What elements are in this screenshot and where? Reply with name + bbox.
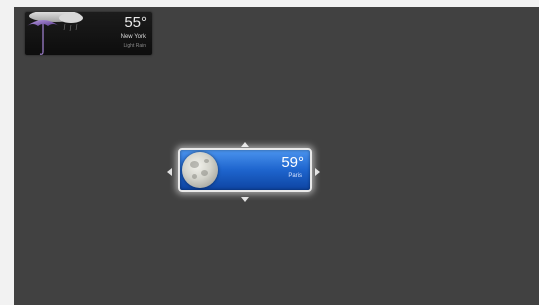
- top-temperature: 55°: [124, 14, 147, 31]
- top-condition: Light Rain: [123, 43, 146, 49]
- center-location: Paris: [288, 173, 302, 179]
- moon-icon: [182, 152, 218, 188]
- arrow-right-icon[interactable]: [315, 168, 320, 176]
- center-temperature: 59°: [281, 154, 304, 171]
- top-location: New York: [120, 34, 146, 40]
- arrow-down-icon[interactable]: [241, 197, 249, 202]
- weather-widget-small[interactable]: 55° New York Light Rain: [25, 12, 152, 55]
- arrow-left-icon[interactable]: [167, 168, 172, 176]
- weather-widget-selected[interactable]: 59° Paris: [178, 148, 312, 192]
- arrow-up-icon[interactable]: [241, 142, 249, 147]
- umbrella-icon: [27, 12, 83, 55]
- home-screen: 55° New York Light Rain 59° Paris: [14, 7, 539, 305]
